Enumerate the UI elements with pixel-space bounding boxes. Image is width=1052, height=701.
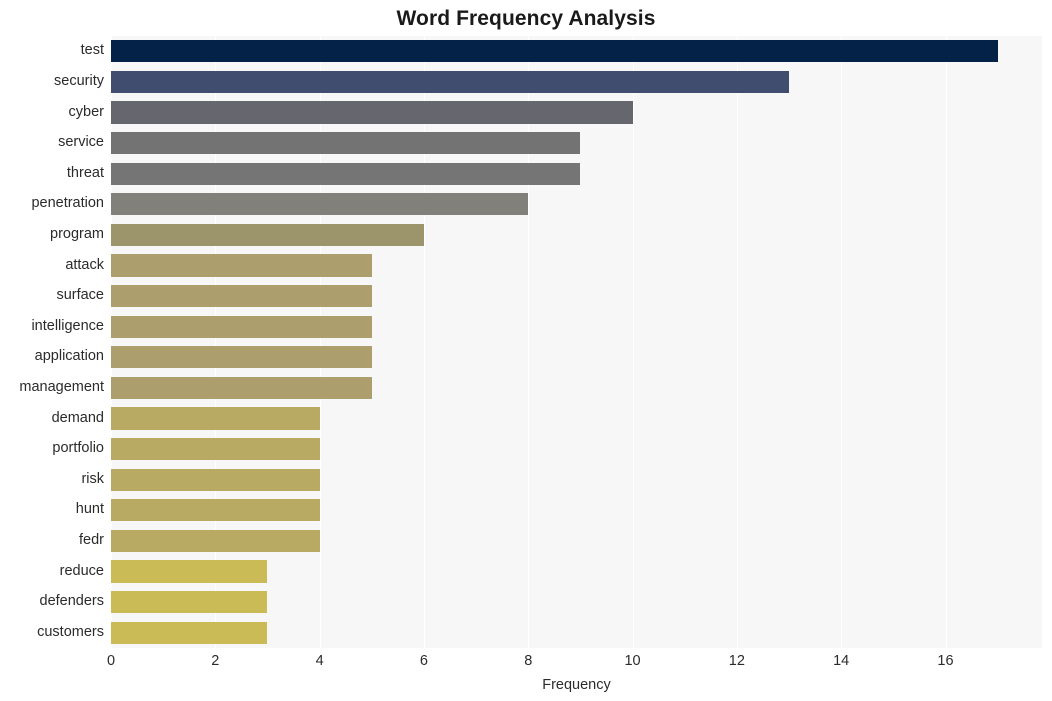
bar-series — [111, 36, 1042, 648]
x-tick-label-2: 2 — [211, 653, 220, 669]
bar-service — [111, 132, 581, 155]
y-tick-label-threat: threat — [66, 164, 104, 181]
bar-management — [111, 376, 372, 399]
x-tick-label-16: 16 — [937, 653, 954, 669]
bar-row — [111, 346, 1042, 369]
chart-title: Word Frequency Analysis — [396, 7, 656, 30]
x-tick-label-12: 12 — [728, 653, 745, 669]
bar-row — [111, 560, 1042, 583]
bar-row — [111, 499, 1042, 522]
y-tick-label-surface: surface — [56, 287, 104, 304]
bar-row — [111, 132, 1042, 155]
bar-row — [111, 254, 1042, 277]
bar-row — [111, 285, 1042, 308]
chart-figure: Word Frequency Analysis test security cybe… — [0, 0, 1052, 701]
bar-penetration — [111, 193, 529, 216]
bar-demand — [111, 407, 320, 430]
y-tick-label-reduce: reduce — [59, 562, 104, 579]
bar-row — [111, 438, 1042, 461]
bar-intelligence — [111, 315, 372, 338]
y-tick-label-portfolio: portfolio — [52, 440, 104, 457]
bar-row — [111, 591, 1042, 614]
bar-row — [111, 162, 1042, 185]
bar-application — [111, 346, 372, 369]
bar-row — [111, 376, 1042, 399]
bar-surface — [111, 285, 372, 308]
y-tick-label-hunt: hunt — [75, 501, 104, 518]
bar-hunt — [111, 499, 320, 522]
x-axis-tick-labels: 0 2 4 6 8 10 12 14 16 — [0, 652, 1052, 676]
y-tick-label-customers: customers — [37, 623, 104, 640]
bar-reduce — [111, 560, 268, 583]
y-tick-label-application: application — [34, 348, 104, 365]
y-tick-label-security: security — [54, 72, 104, 89]
bar-attack — [111, 254, 372, 277]
x-tick-label-6: 6 — [419, 653, 428, 669]
y-tick-label-cyber: cyber — [68, 103, 104, 120]
bar-customers — [111, 621, 268, 644]
bar-row — [111, 315, 1042, 338]
y-tick-label-demand: demand — [51, 409, 104, 426]
bar-threat — [111, 162, 581, 185]
y-tick-label-defenders: defenders — [39, 593, 105, 610]
y-tick-label-penetration: penetration — [31, 195, 104, 212]
bar-row — [111, 101, 1042, 124]
y-tick-label-fedr: fedr — [79, 531, 104, 548]
bar-row — [111, 70, 1042, 93]
bar-program — [111, 223, 424, 246]
plot-area — [111, 36, 1042, 648]
bar-row — [111, 407, 1042, 430]
bar-security — [111, 70, 790, 93]
bar-row — [111, 468, 1042, 491]
x-axis-title: Frequency — [542, 677, 611, 693]
bar-row — [111, 40, 1042, 63]
y-tick-label-management: management — [19, 378, 104, 395]
y-tick-label-service: service — [58, 134, 104, 151]
bar-row — [111, 193, 1042, 216]
x-tick-label-0: 0 — [106, 653, 116, 669]
y-tick-label-test: test — [80, 42, 104, 59]
bar-risk — [111, 468, 320, 491]
y-tick-label-attack: attack — [65, 256, 104, 273]
y-axis-tick-labels: test security cyber service threat penetratio… — [0, 36, 104, 648]
bar-row — [111, 529, 1042, 552]
x-tick-label-4: 4 — [315, 653, 324, 669]
x-tick-label-10: 10 — [624, 653, 641, 669]
bar-row — [111, 621, 1042, 644]
bar-portfolio — [111, 438, 320, 461]
bar-fedr — [111, 529, 320, 552]
bar-cyber — [111, 101, 633, 124]
bar-test — [111, 40, 998, 63]
y-tick-label-risk: risk — [81, 470, 104, 487]
bar-defenders — [111, 591, 268, 614]
x-tick-label-8: 8 — [524, 653, 533, 669]
y-tick-label-program: program — [50, 225, 104, 242]
x-tick-label-14: 14 — [833, 653, 850, 669]
bar-row — [111, 223, 1042, 246]
y-tick-label-intelligence: intelligence — [31, 317, 104, 334]
